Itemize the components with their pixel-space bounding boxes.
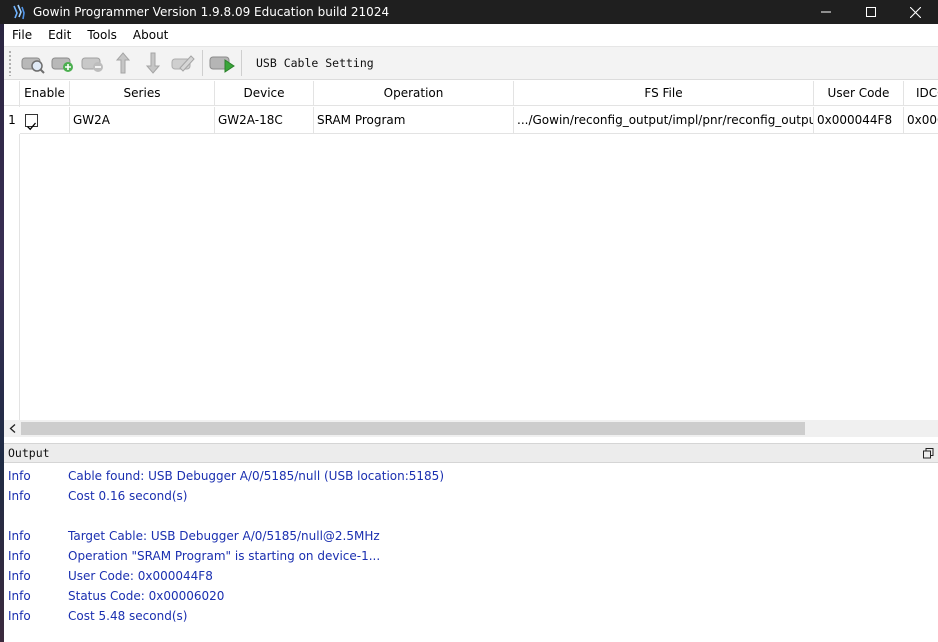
remove-device-icon [81, 57, 103, 72]
edit-device-button[interactable] [168, 49, 198, 77]
enable-checkbox[interactable] [25, 114, 38, 131]
log-level: Info [8, 529, 31, 543]
minimize-button[interactable] [803, 0, 848, 24]
edit-device-icon [171, 55, 195, 72]
device-table: Enable Series Device Operation FS File U… [4, 81, 938, 437]
user-code-cell[interactable]: 0x000044F8 [814, 107, 904, 134]
close-button[interactable] [893, 0, 938, 24]
log-level: Info [8, 569, 31, 583]
chevron-left-icon [9, 424, 16, 433]
output-log[interactable]: Info Cable found: USB Debugger A/0/5185/… [4, 464, 938, 642]
menu-bar: File Edit Tools About [4, 24, 938, 46]
log-message: Cable found: USB Debugger A/0/5185/null … [68, 469, 445, 483]
scan-device-button[interactable] [18, 49, 48, 77]
table-row[interactable]: 1 GW2A GW2A-18C SRAM Program .../Gowin/r… [4, 107, 938, 134]
column-header-user-code[interactable]: User Code [814, 81, 904, 106]
add-device-button[interactable] [48, 49, 78, 77]
column-header-series[interactable]: Series [70, 81, 215, 106]
minimize-icon [820, 11, 831, 13]
maximize-button[interactable] [848, 0, 893, 24]
log-message: Cost 0.16 second(s) [68, 489, 188, 503]
scan-device-icon [21, 57, 45, 74]
log-level: Info [8, 589, 31, 603]
series-cell[interactable]: GW2A [70, 107, 215, 134]
log-message: User Code: 0x000044F8 [68, 569, 213, 583]
menu-tools[interactable]: Tools [79, 24, 125, 46]
log-message: Operation "SRAM Program" is starting on … [68, 549, 381, 563]
toolbar-grip-icon[interactable] [8, 50, 12, 76]
program-icon [209, 56, 235, 73]
move-up-button[interactable] [108, 49, 138, 77]
close-icon [910, 6, 921, 18]
toolbar-separator [241, 50, 242, 76]
log-message: Target Cable: USB Debugger A/0/5185/null… [68, 529, 380, 543]
maximize-icon [865, 7, 876, 17]
arrow-up-icon [115, 52, 131, 74]
column-header-enable[interactable]: Enable [20, 81, 70, 106]
row-number[interactable]: 1 [4, 107, 20, 134]
menu-about[interactable]: About [125, 24, 176, 46]
column-header-idcode[interactable]: IDCODE [904, 81, 938, 106]
log-level: Info [8, 609, 31, 623]
column-header-operation[interactable]: Operation [314, 81, 514, 106]
usb-cable-setting-button[interactable]: USB Cable Setting [252, 54, 378, 72]
remove-device-button[interactable] [78, 49, 108, 77]
move-down-button[interactable] [138, 49, 168, 77]
log-level: Info [8, 489, 31, 503]
row-header-strip [4, 106, 20, 420]
float-panel-icon[interactable] [923, 448, 934, 459]
toolbar-separator [202, 50, 203, 76]
log-message: Cost 5.48 second(s) [68, 609, 188, 623]
window-titlebar[interactable]: Gowin Programmer Version 1.9.8.09 Educat… [0, 0, 938, 24]
arrow-down-icon [145, 52, 161, 74]
menu-file[interactable]: File [4, 24, 40, 46]
output-panel-header: Output [4, 443, 938, 463]
window-title: Gowin Programmer Version 1.9.8.09 Educat… [33, 5, 390, 19]
program-device-button[interactable] [207, 49, 237, 77]
log-level: Info [8, 549, 31, 563]
scrollbar-thumb[interactable] [21, 422, 805, 435]
log-level: Info [8, 469, 31, 483]
checkmark-icon [27, 122, 36, 131]
idcode-cell[interactable]: 0x0000081B [904, 107, 938, 134]
window-controls [803, 0, 938, 24]
operation-cell[interactable]: SRAM Program [314, 107, 514, 134]
column-header-fs-file[interactable]: FS File [514, 81, 814, 106]
enable-cell [20, 107, 70, 134]
add-device-icon [51, 57, 73, 72]
column-header-device[interactable]: Device [215, 81, 314, 106]
fs-file-cell[interactable]: .../Gowin/reconfig_output/impl/pnr/recon… [514, 107, 814, 134]
table-header: Enable Series Device Operation FS File U… [4, 81, 938, 106]
device-cell[interactable]: GW2A-18C [215, 107, 314, 134]
corner-header [4, 81, 20, 106]
output-panel-title: Output [8, 446, 50, 460]
scroll-left-button[interactable] [4, 420, 21, 437]
gowin-app-icon [12, 4, 26, 20]
horizontal-scrollbar[interactable] [4, 420, 938, 437]
log-message: Status Code: 0x00006020 [68, 589, 225, 603]
menu-edit[interactable]: Edit [40, 24, 79, 46]
toolbar: USB Cable Setting [4, 46, 938, 80]
